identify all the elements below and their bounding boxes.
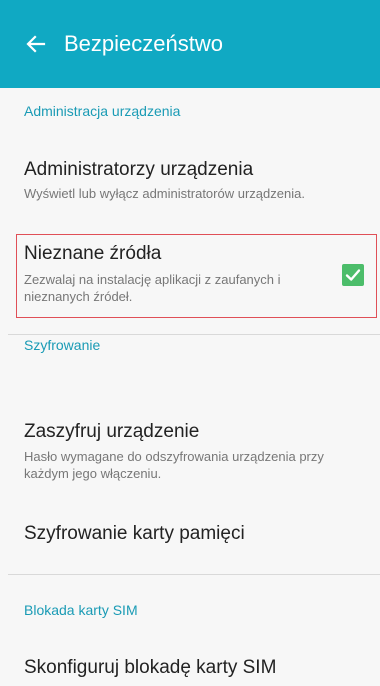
page-title: Bezpieczeństwo <box>64 31 223 56</box>
item-title: Administratorzy urządzenia <box>24 159 254 180</box>
item-subtitle: Hasło wymagane do odszyfrowania urządzen… <box>24 449 324 481</box>
unknown-sources-checkbox[interactable] <box>342 264 364 286</box>
settings-item-device-administrators[interactable]: Administratorzy urządzenia Wyświetl lub … <box>0 148 380 214</box>
back-button[interactable] <box>24 32 48 56</box>
section-header-device-admin: Administracja urządzenia <box>24 103 181 119</box>
section-header-sim-lock: Blokada karty SIM <box>24 602 138 618</box>
settings-item-sim-lock-setup[interactable]: Skonfiguruj blokadę karty SIM <box>0 646 380 686</box>
item-subtitle: Wyświetl lub wyłącz administratorów urzą… <box>24 186 305 201</box>
section-header-encryption: Szyfrowanie <box>24 337 101 353</box>
item-title: Skonfiguruj blokadę karty SIM <box>24 657 277 678</box>
arrow-left-icon <box>26 35 46 53</box>
item-title: Zaszyfruj urządzenie <box>24 421 200 442</box>
divider <box>8 334 380 335</box>
highlight-box <box>16 234 377 318</box>
checkmark-icon <box>345 269 361 281</box>
app-bar: Bezpieczeństwo <box>0 0 380 88</box>
divider <box>8 574 380 575</box>
item-title: Szyfrowanie karty pamięci <box>24 523 245 544</box>
settings-item-encrypt-device[interactable]: Zaszyfruj urządzenie Hasło wymagane do o… <box>0 412 380 492</box>
settings-item-encrypt-sd-card[interactable]: Szyfrowanie karty pamięci <box>0 512 380 560</box>
